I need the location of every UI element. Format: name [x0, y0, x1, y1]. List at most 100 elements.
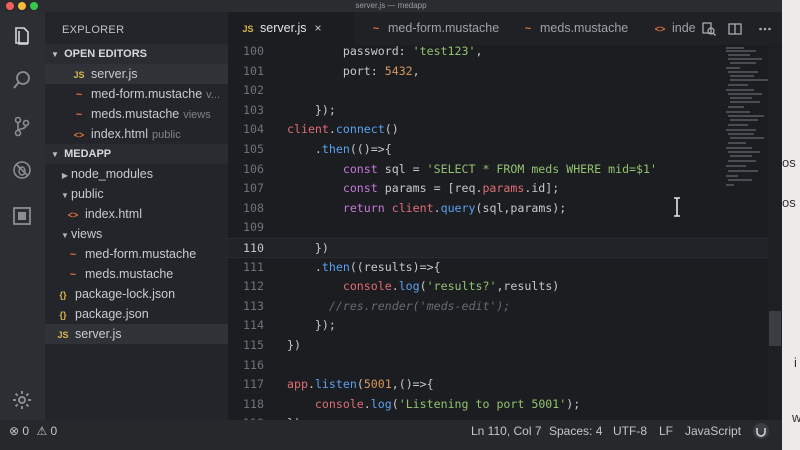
files-icon[interactable]: [10, 24, 34, 48]
project-header[interactable]: ▼ MEDAPP: [45, 144, 228, 164]
code-line[interactable]: 106 const sql = 'SELECT * FROM meds WHER…: [228, 160, 782, 180]
code-text[interactable]: //res.render('meds-edit');: [287, 297, 510, 317]
debug-icon[interactable]: [10, 158, 34, 182]
code-text[interactable]: app.listen(5001,()=>{: [287, 375, 434, 395]
code-editor[interactable]: 100 password: 'test123', 101 port: 5432, 1…: [228, 45, 782, 420]
cursor-position[interactable]: Ln 110, Col 7: [471, 420, 542, 450]
code-line[interactable]: 104 client.connect(): [228, 120, 782, 140]
line-number: 106: [243, 161, 264, 176]
line-number: 103: [243, 102, 264, 117]
bg-text-fragment: w: [792, 410, 800, 425]
line-ending[interactable]: LF: [659, 420, 673, 450]
code-text[interactable]: .then((results)=>{: [287, 258, 441, 278]
line-number: 109: [243, 220, 264, 235]
open-editor-item[interactable]: ~ med-form.mustache v...: [45, 84, 228, 104]
tree-file-server-js[interactable]: JS server.js: [45, 324, 228, 344]
code-text[interactable]: }): [287, 239, 329, 259]
tree-file-med-form[interactable]: ~ med-form.mustache: [45, 244, 228, 264]
code-line[interactable]: 108 return client.query(sql,params);: [228, 199, 782, 219]
tree-folder-node-modules[interactable]: ▶ node_modules: [45, 164, 228, 184]
code-line[interactable]: 112 console.log('results?',results): [228, 277, 782, 297]
open-editors-header[interactable]: ▼ OPEN EDITORS: [45, 44, 228, 64]
code-text[interactable]: });: [287, 101, 336, 121]
more-actions-icon[interactable]: [756, 20, 774, 38]
close-icon[interactable]: ×: [315, 12, 322, 45]
code-text[interactable]: console.log('Listening to port 5001');: [287, 395, 580, 415]
open-editor-item[interactable]: JS server.js: [45, 64, 228, 84]
line-number: 100: [243, 45, 264, 58]
chevron-down-icon: ▼: [51, 50, 59, 59]
chevron-down-icon: ▼: [51, 150, 59, 159]
tab-server-js[interactable]: JS server.js ×: [228, 12, 354, 45]
code-line[interactable]: 102: [228, 81, 782, 101]
code-text[interactable]: password: 'test123',: [287, 45, 483, 62]
tree-file-meds[interactable]: ~ meds.mustache: [45, 264, 228, 284]
activity-bar: [0, 12, 45, 420]
code-text[interactable]: .then(()=>{: [287, 140, 392, 160]
encoding[interactable]: UTF-8: [613, 420, 647, 450]
source-control-icon[interactable]: [10, 114, 34, 138]
js-file-icon: JS: [242, 24, 254, 34]
code-text[interactable]: const sql = 'SELECT * FROM meds WHERE mi…: [287, 160, 657, 180]
minimap[interactable]: [724, 45, 768, 195]
open-editor-item[interactable]: ~ meds.mustache views: [45, 104, 228, 124]
code-line[interactable]: 115}): [228, 336, 782, 356]
line-number: 110: [243, 241, 264, 255]
code-line[interactable]: 105 .then(()=>{: [228, 140, 782, 160]
editor-scrollbar[interactable]: [768, 45, 782, 420]
code-line[interactable]: 113 //res.render('meds-edit');: [228, 297, 782, 317]
code-text[interactable]: }): [287, 336, 301, 356]
tab-index-html[interactable]: <> inde: [646, 12, 696, 45]
code-text[interactable]: return client.query(sql,params);: [287, 199, 566, 219]
code-line[interactable]: 116: [228, 356, 782, 376]
code-text[interactable]: port: 5432,: [287, 62, 420, 82]
code-line[interactable]: 103 });: [228, 101, 782, 121]
json-file-icon: {}: [59, 310, 67, 320]
editor-scrollbar-thumb[interactable]: [769, 311, 781, 346]
open-editor-item[interactable]: <> index.html public: [45, 124, 228, 144]
line-number: 115: [243, 338, 264, 352]
warning-icon: ⚠: [36, 424, 48, 438]
tree-file-package-lock[interactable]: {} package-lock.json: [45, 284, 228, 304]
extensions-icon[interactable]: [10, 204, 34, 228]
tab-meds[interactable]: ~ meds.mustache: [506, 12, 646, 45]
problems-indicator[interactable]: ⊗ 0 ⚠ 0: [9, 420, 57, 450]
tree-file-index-html[interactable]: <> index.html: [45, 204, 228, 224]
tree-folder-public[interactable]: ▼ public: [45, 184, 228, 204]
code-line[interactable]: 109: [228, 218, 782, 238]
indentation[interactable]: Spaces: 4: [549, 420, 602, 450]
tab-med-form[interactable]: ~ med-form.mustache: [354, 12, 506, 45]
code-line[interactable]: 100 password: 'test123',: [228, 45, 782, 62]
code-line[interactable]: 118 console.log('Listening to port 5001'…: [228, 395, 782, 415]
bg-text-fragment: os: [782, 155, 796, 170]
mustache-file-icon: ~: [372, 23, 380, 35]
line-number: 117: [243, 377, 264, 392]
json-file-icon: {}: [59, 290, 67, 300]
code-line[interactable]: 114 });: [228, 316, 782, 336]
code-text[interactable]: });: [287, 316, 336, 336]
gear-icon[interactable]: [10, 388, 34, 412]
window-title: server.js — medapp: [355, 1, 427, 10]
line-number: 113: [243, 298, 264, 313]
code-line[interactable]: 111 .then((results)=>{: [228, 258, 782, 278]
code-text[interactable]: client.connect(): [287, 120, 399, 140]
code-line[interactable]: 107 const params = [req.params.id];: [228, 179, 782, 199]
code-line[interactable]: 117 app.listen(5001,()=>{: [228, 375, 782, 395]
code-text[interactable]: console.log('results?',results): [287, 277, 559, 297]
language-mode[interactable]: JavaScript: [685, 420, 741, 450]
chevron-right-icon: ▶: [61, 171, 69, 180]
open-changes-icon[interactable]: [700, 20, 718, 38]
tree-file-package[interactable]: {} package.json: [45, 304, 228, 324]
split-editor-icon[interactable]: [726, 20, 744, 38]
line-number: 111: [243, 259, 264, 274]
code-line[interactable]: 110 }): [228, 238, 782, 258]
status-bar: ⊗ 0 ⚠ 0 Ln 110, Col 7 Spaces: 4 UTF-8 LF…: [0, 420, 782, 450]
code-line[interactable]: 101 port: 5432,: [228, 62, 782, 82]
code-text[interactable]: const params = [req.params.id];: [287, 179, 559, 199]
feedback-icon[interactable]: [752, 422, 770, 450]
mustache-file-icon: ~: [75, 109, 83, 121]
text-cursor-icon: [674, 197, 680, 217]
line-number: 102: [243, 83, 264, 98]
tree-folder-views[interactable]: ▼ views: [45, 224, 228, 244]
search-icon[interactable]: [10, 68, 34, 92]
